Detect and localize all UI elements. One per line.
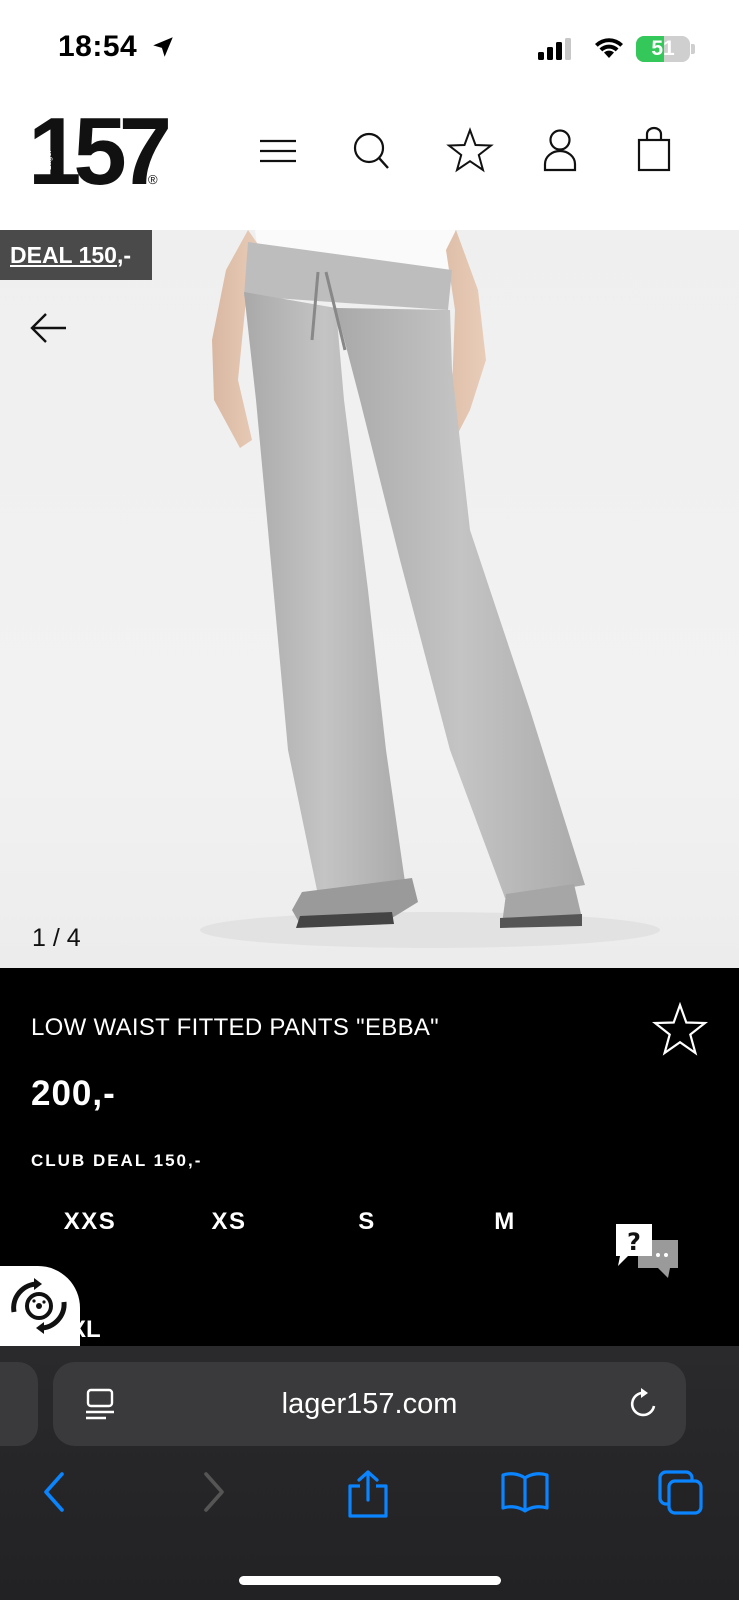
chat-help-icon[interactable]: ? (614, 1222, 680, 1282)
registered-mark: ® (148, 172, 158, 187)
club-deal-price: CLUB DEAL 150,- (31, 1151, 203, 1170)
tabs-overview-icon[interactable] (658, 1470, 704, 1516)
back-arrow-icon[interactable] (28, 310, 68, 346)
bookmarks-icon[interactable] (500, 1470, 550, 1514)
favorites-star-icon[interactable] (446, 126, 494, 178)
previous-tab-peek[interactable] (0, 1362, 38, 1446)
battery-indicator: 51 (636, 36, 690, 62)
size-option-s[interactable]: S (327, 1208, 407, 1236)
url-text[interactable]: lager157.com (53, 1388, 686, 1421)
menu-icon[interactable] (258, 126, 306, 178)
location-arrow-icon (153, 37, 173, 57)
status-time: 18:54 (58, 30, 138, 63)
svg-text:?: ? (627, 1228, 641, 1256)
nav-back-icon[interactable] (40, 1470, 70, 1514)
deal-badge-text: DEAL 150 (10, 242, 117, 268)
size-option-xxs[interactable]: XXS (50, 1208, 130, 1236)
home-indicator (239, 1576, 501, 1585)
product-image[interactable] (0, 230, 739, 968)
size-option-m[interactable]: M (465, 1208, 545, 1236)
shopping-bag-icon[interactable] (637, 126, 685, 178)
image-counter: 1 / 4 (32, 924, 81, 952)
add-to-favorites-star-icon[interactable] (652, 1002, 708, 1058)
search-icon[interactable] (352, 126, 400, 178)
product-price: 200,- (31, 1074, 116, 1113)
size-option-xs[interactable]: XS (189, 1208, 269, 1236)
reload-icon[interactable] (626, 1386, 662, 1422)
cellular-signal-icon (538, 38, 571, 60)
product-photo-illustration (200, 230, 660, 948)
battery-level: 51 (651, 37, 675, 60)
battery-nub (691, 44, 695, 54)
accessibility-button[interactable] (0, 1266, 80, 1346)
logo-sublabel: Lager (44, 149, 53, 170)
nav-forward-icon[interactable] (198, 1470, 228, 1514)
accessibility-icon (11, 1278, 67, 1334)
account-icon[interactable] (542, 126, 590, 178)
deal-badge: DEAL 150,- (0, 230, 152, 280)
deal-badge-suffix: ,- (116, 242, 132, 268)
wifi-icon (595, 38, 623, 58)
product-title: LOW WAIST FITTED PANTS "EBBA" (31, 1014, 440, 1041)
share-icon[interactable] (346, 1470, 392, 1518)
